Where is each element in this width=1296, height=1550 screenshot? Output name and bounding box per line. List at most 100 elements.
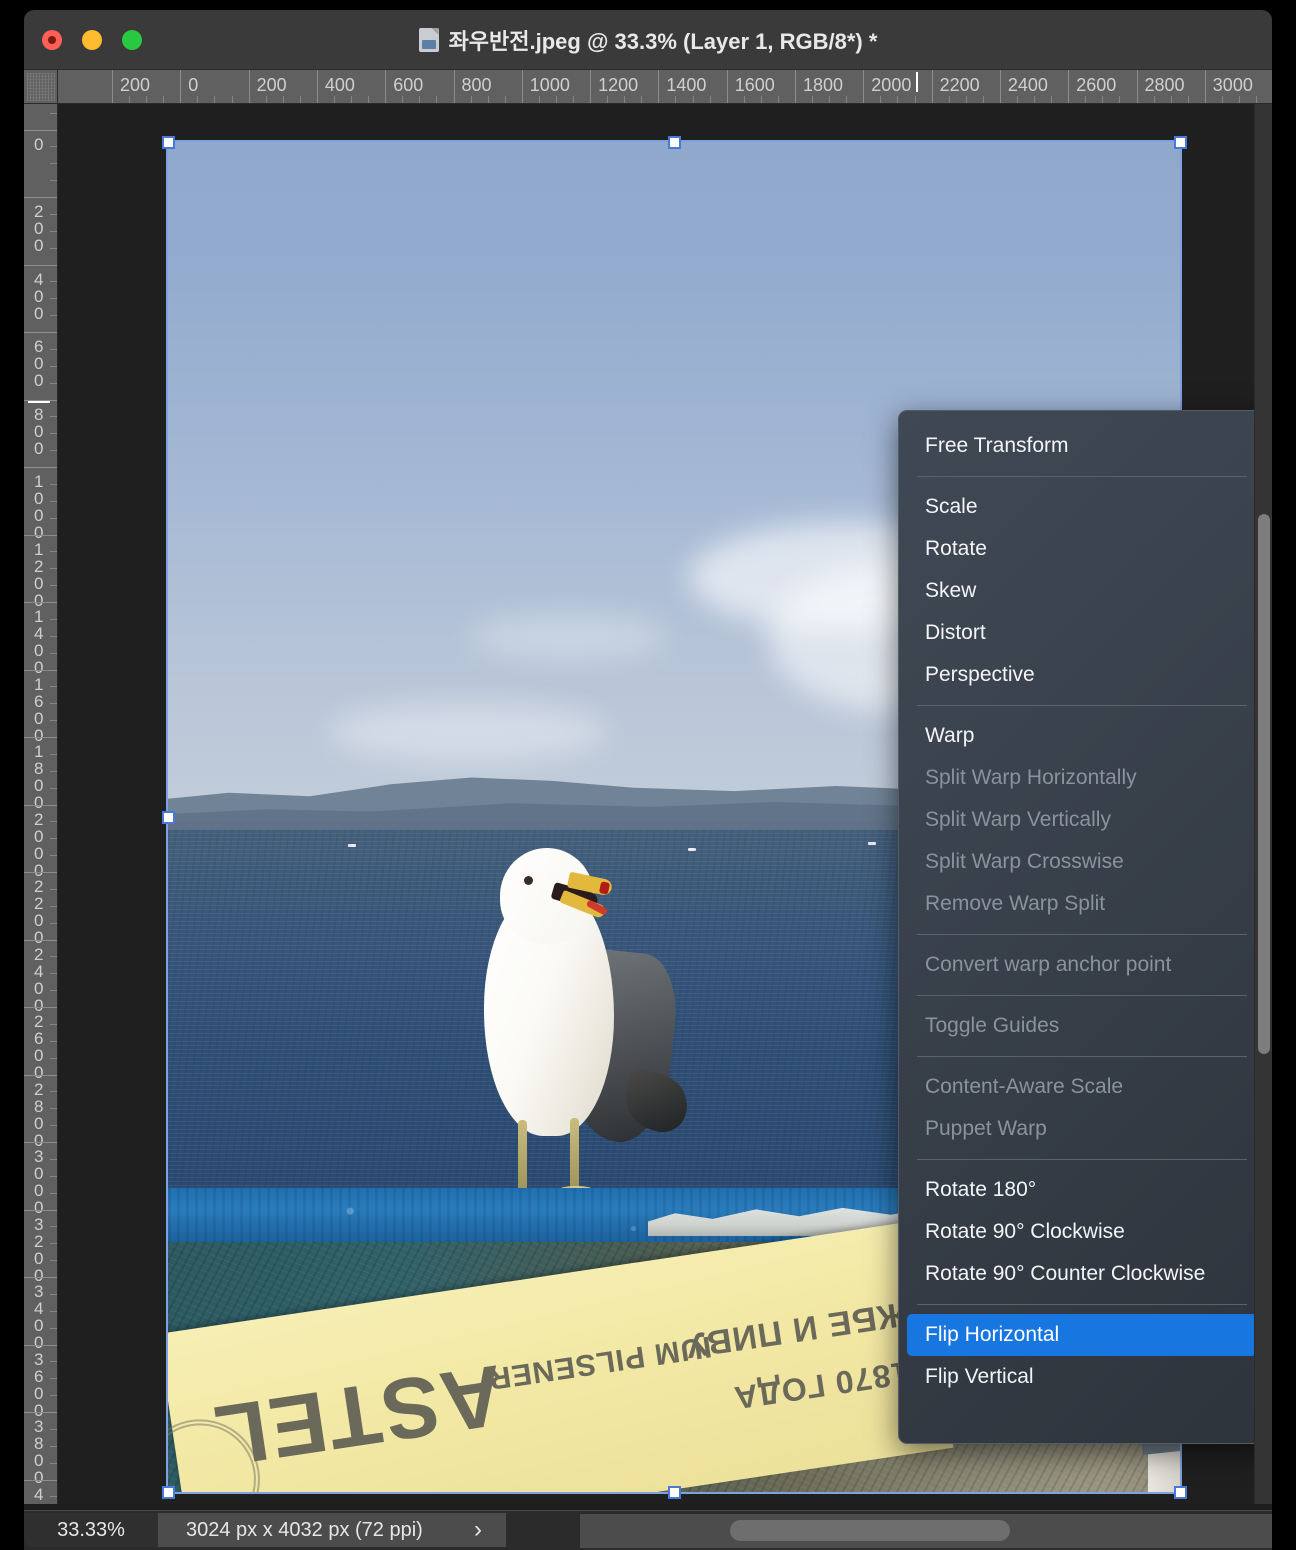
ruler-major-tick <box>24 534 57 536</box>
canvas-area[interactable]: ASTEL IUM PILSENER M K ДРУЖБЕ И ПИВУ 187… <box>58 104 1272 1504</box>
seagull <box>448 842 695 1202</box>
ruler-label: 600 <box>393 75 424 95</box>
ruler-minor-tick <box>675 96 677 103</box>
menu-item-rotate-180[interactable]: Rotate 180° <box>907 1169 1257 1211</box>
menu-item-flip-horizontal[interactable]: Flip Horizontal <box>907 1314 1257 1356</box>
ruler-minor-tick <box>50 230 57 232</box>
ruler-minor-tick <box>231 96 233 103</box>
menu-item-free-transform[interactable]: Free Transform <box>907 425 1257 467</box>
transform-handle-bottom-left[interactable] <box>162 1486 175 1499</box>
sign-subtitle-text: IUM PILSENER <box>485 1329 714 1396</box>
ruler-major-tick <box>521 70 523 103</box>
transform-handle-bottom-center[interactable] <box>668 1486 681 1499</box>
ruler-minor-tick <box>948 96 950 103</box>
menu-item-perspective[interactable]: Perspective <box>907 654 1257 696</box>
ruler-major-tick <box>316 70 318 103</box>
ruler-major-tick <box>24 804 57 806</box>
ruler-minor-tick <box>573 96 575 103</box>
ruler-minor-tick <box>50 838 57 840</box>
ruler-minor-tick <box>50 787 57 789</box>
ruler-minor-tick <box>624 96 626 103</box>
ruler-minor-tick <box>50 281 57 283</box>
ruler-label: 2600 <box>1076 75 1117 95</box>
menu-item-split-warp-vertically: Split Warp Vertically <box>925 808 1111 831</box>
menu-item-distort[interactable]: Distort <box>907 612 1257 654</box>
ruler-minor-tick <box>50 382 57 384</box>
zoom-level-field[interactable]: 33.33% <box>24 1513 158 1547</box>
horizontal-ruler[interactable]: 200 0 200 400 600 800 1000 1200 1400 1600 1800 2000… <box>58 70 1272 104</box>
ruler-label: 1000 <box>529 75 570 95</box>
menu-separator <box>917 1056 1247 1057</box>
ruler-minor-tick <box>50 686 57 688</box>
ruler-minor-tick <box>982 96 984 103</box>
ruler-minor-tick <box>419 96 421 103</box>
ruler-major-tick <box>24 1142 57 1143</box>
ruler-minor-tick <box>1187 96 1189 103</box>
ruler-major-tick <box>658 70 660 103</box>
menu-item-convert-warp-anchor-point: Convert warp anchor point <box>925 953 1172 976</box>
ruler-label: 1200 <box>598 75 639 95</box>
vertical-scrollbar-thumb[interactable] <box>1258 514 1270 1054</box>
ruler-corner[interactable] <box>24 70 58 104</box>
ruler-major-tick <box>1136 70 1138 103</box>
document-dimensions-label: 3024 px x 4032 px (72 ppi) <box>186 1518 423 1541</box>
ruler-minor-tick <box>1221 96 1223 103</box>
menu-item-puppet-warp: Puppet Warp <box>925 1117 1047 1140</box>
ruler-minor-tick <box>760 96 762 103</box>
ruler-minor-tick <box>1119 96 1121 103</box>
transform-context-menu[interactable]: Free Transform Scale Rotate Skew Distort Pers… <box>898 410 1266 1444</box>
ruler-minor-tick <box>50 112 57 114</box>
ruler-minor-tick <box>50 551 57 553</box>
transform-handle-bottom-right[interactable] <box>1174 1486 1187 1499</box>
ruler-minor-tick <box>50 416 57 418</box>
ruler-minor-tick <box>197 96 199 103</box>
ruler-major-tick <box>24 602 57 603</box>
photoshop-window-root: 좌우반전.jpeg @ 33.3% (Layer 1, RGB/8*) * 20… <box>0 0 1296 1550</box>
ruler-label: 400 <box>34 269 44 323</box>
menu-item-split-warp-horizontally: Split Warp Horizontally <box>925 766 1137 789</box>
document-dimensions-field[interactable]: 3024 px x 4032 px (72 ppi) › <box>158 1513 506 1547</box>
ruler-minor-tick <box>129 96 131 103</box>
ruler-minor-tick <box>50 720 57 722</box>
window-title: 좌우반전.jpeg @ 33.3% (Layer 1, RGB/8*) * <box>448 29 878 54</box>
cloud <box>328 702 608 762</box>
menu-item-scale[interactable]: Scale <box>907 486 1257 528</box>
ruler-label: 200 <box>120 75 151 95</box>
ruler-minor-tick <box>50 888 57 890</box>
vertical-ruler[interactable]: 0020040060080010001200140016001800200022… <box>24 104 58 1504</box>
menu-item-rotate-90-clockwise[interactable]: Rotate 90° Clockwise <box>907 1211 1257 1253</box>
ruler-minor-tick <box>641 96 643 103</box>
chevron-right-icon[interactable]: › <box>474 1514 482 1546</box>
distant-boat <box>688 848 696 851</box>
ruler-minor-tick <box>50 922 57 924</box>
ruler-major-tick <box>24 939 57 941</box>
menu-separator <box>917 476 1247 477</box>
transform-handle-top-right[interactable] <box>1174 136 1187 149</box>
ruler-minor-tick <box>50 180 57 182</box>
horizontal-scrollbar-thumb[interactable] <box>730 1520 1010 1541</box>
ruler-major-tick <box>24 1412 57 1413</box>
ruler-minor-tick <box>214 96 216 103</box>
ruler-minor-tick <box>50 1496 57 1498</box>
menu-item-warp[interactable]: Warp <box>907 715 1257 757</box>
vertical-scrollbar[interactable] <box>1254 104 1272 1504</box>
menu-item-skew[interactable]: Skew <box>907 570 1257 612</box>
ruler-minor-tick <box>50 1175 57 1177</box>
transform-handle-middle-left[interactable] <box>162 811 175 824</box>
ruler-label: 0 <box>34 134 44 154</box>
menu-item-rotate[interactable]: Rotate <box>907 528 1257 570</box>
transform-handle-top-left[interactable] <box>162 136 175 149</box>
ruler-minor-tick <box>50 500 57 502</box>
ruler-minor-tick <box>50 298 57 300</box>
menu-item-rotate-90-counter-clockwise[interactable]: Rotate 90° Counter Clockwise <box>907 1253 1257 1295</box>
menu-item-toggle-guides: Toggle Guides <box>925 1014 1060 1037</box>
menu-item-flip-vertical[interactable]: Flip Vertical <box>907 1356 1257 1398</box>
transform-handle-top-center[interactable] <box>668 136 681 149</box>
distant-boat <box>868 842 876 845</box>
ruler-minor-tick <box>50 1057 57 1059</box>
ruler-minor-tick <box>50 1040 57 1042</box>
ruler-major-tick <box>180 70 182 103</box>
ruler-minor-tick <box>50 973 57 975</box>
ruler-minor-tick <box>50 1158 57 1160</box>
ruler-minor-tick <box>1034 96 1036 103</box>
